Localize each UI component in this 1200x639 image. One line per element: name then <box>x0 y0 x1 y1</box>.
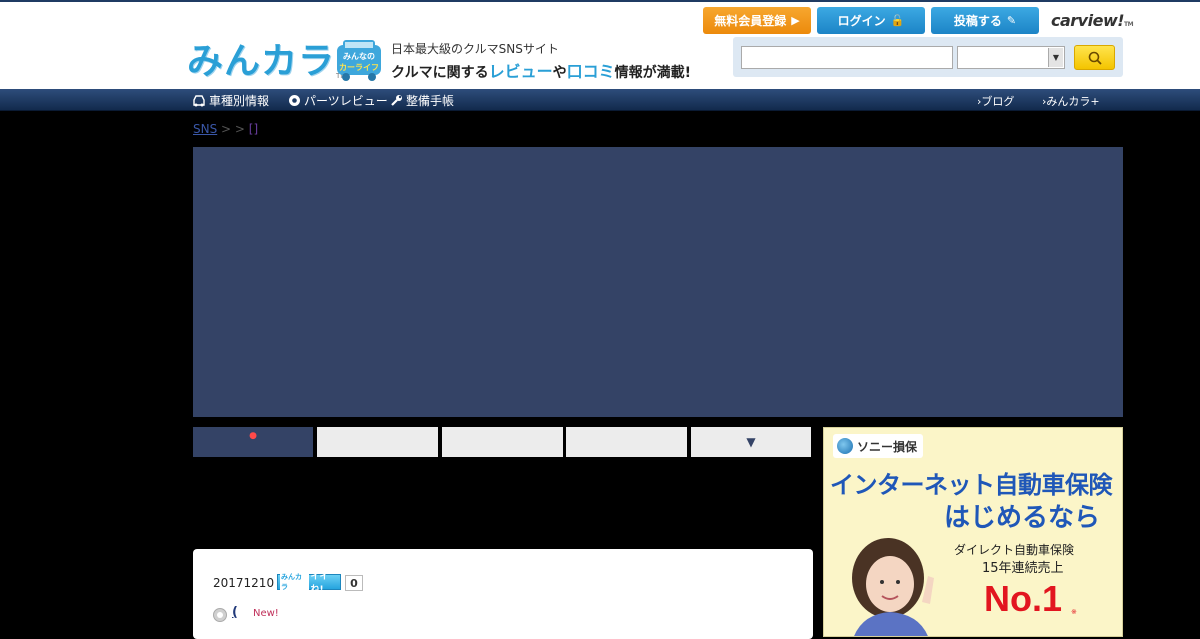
post-label: 投稿する <box>953 14 1002 28</box>
lock-icon: 🔓 <box>890 14 905 27</box>
ad-subtext-2: 15年連続売上 <box>982 561 1064 576</box>
tab-4[interactable] <box>566 427 687 457</box>
nav-parts-review[interactable]: パーツレビュー <box>288 92 388 109</box>
ad-person-image <box>852 538 934 636</box>
nav-label: 整備手帳 <box>406 94 455 108</box>
nav-label: パーツレビュー <box>304 94 388 108</box>
tab-more[interactable]: ▼ <box>691 427 811 457</box>
search-icon <box>1088 51 1102 65</box>
ad-footnote-mark: ※ <box>1071 608 1077 616</box>
tab-3[interactable] <box>442 427 563 457</box>
pen-icon: ✎ <box>1006 14 1017 27</box>
ad-brand: ソニー損保 <box>833 434 924 458</box>
logo-text: みんカラ <box>187 41 336 82</box>
triangle-down-icon: ▼ <box>746 435 756 449</box>
site-header: みんカラ TM みんなの カーライフ 日本最大級のクルマSNSサイト クルマに関… <box>0 2 1200 89</box>
svg-text:カーライフ: カーライフ <box>339 63 379 72</box>
new-badge: New! <box>253 608 279 619</box>
login-button[interactable]: ログイン 🔓 <box>817 7 925 34</box>
login-label: ログイン <box>837 14 886 28</box>
notification-dot: ● <box>249 431 257 441</box>
breadcrumb-separator: > <box>234 122 249 136</box>
profile-banner <box>193 147 1123 417</box>
nav-minkara-plus[interactable]: ›みんカラ+ <box>1042 93 1100 109</box>
site-logo[interactable]: みんカラ TM <box>187 40 346 82</box>
advertisement[interactable]: ソニー損保 インターネット自動車保険 はじめるなら ダイレクト自動車保険 15年… <box>823 427 1123 637</box>
entry-date: 20171210 <box>213 576 275 590</box>
iine-button[interactable]: みんカラ イイね! <box>277 572 341 595</box>
breadcrumb-current[interactable]: [] <box>249 122 258 136</box>
svg-text:みんなの: みんなの <box>343 52 375 61</box>
gear-icon <box>289 95 300 106</box>
entry-title[interactable]: ( <box>232 605 238 620</box>
carlife-badge-icon: みんなの カーライフ <box>337 40 381 81</box>
tab-2[interactable] <box>317 427 438 457</box>
tagline-kuchikomi: 口コミ <box>566 62 615 81</box>
tagline-top: 日本最大級のクルマSNSサイト <box>391 42 559 56</box>
register-label: 無料会員登録 <box>714 14 787 28</box>
iine-count: 0 <box>345 575 363 591</box>
search-input[interactable] <box>741 46 953 69</box>
breadcrumb-root[interactable]: SNS <box>193 122 217 136</box>
post-button[interactable]: 投稿する ✎ <box>931 7 1039 34</box>
iine-label: イイね! <box>310 572 329 595</box>
carview-label: carview! <box>1051 11 1125 30</box>
search-button[interactable] <box>1074 45 1115 70</box>
play-icon: ▶ <box>791 14 800 27</box>
search-box: ▼ <box>733 37 1123 77</box>
ad-subheadline: はじめるなら <box>944 503 1101 533</box>
main-nav: 車種別情報 パーツレビュー 整備手帳 ›ブログ ›みんカラ+ <box>0 89 1200 111</box>
radio-icon <box>213 608 227 622</box>
wrench-icon <box>391 95 402 106</box>
ad-headline: インターネット自動車保険 <box>830 471 1113 499</box>
tagline-main: クルマに関するレビューや口コミ情報が満載! <box>391 58 691 82</box>
tagline-review: レビュー <box>488 62 553 81</box>
nav-blog[interactable]: ›ブログ <box>977 93 1014 109</box>
tagline-part: や <box>552 65 567 81</box>
ad-brand-label: ソニー損保 <box>857 439 918 454</box>
minkara-mark-icon: みんカラ <box>280 572 309 592</box>
breadcrumb: SNS > > [] <box>193 122 258 136</box>
tagline-part: 情報が満載! <box>614 65 692 81</box>
ad-no1-text: No.1 <box>984 578 1063 619</box>
nav-car-info[interactable]: 車種別情報 <box>192 92 269 109</box>
sony-logo-icon <box>837 438 853 454</box>
chevron-down-icon[interactable]: ▼ <box>1048 48 1063 67</box>
blog-entry-card: 20171210 みんカラ イイね! 0 ( New! <box>193 549 813 639</box>
ad-subtext-1: ダイレクト自動車保険 <box>954 543 1075 557</box>
car-icon <box>193 94 205 106</box>
nav-label: 車種別情報 <box>209 94 270 108</box>
search-category-select[interactable]: ▼ <box>957 46 1065 69</box>
carview-logo[interactable]: carview!TM <box>1051 11 1134 30</box>
tagline-part: クルマに関する <box>391 65 489 81</box>
register-button[interactable]: 無料会員登録 ▶ <box>703 7 811 34</box>
nav-right-label: ブログ <box>981 95 1015 108</box>
nav-maintenance[interactable]: 整備手帳 <box>390 92 454 109</box>
tab-blog[interactable]: ● <box>193 427 313 457</box>
breadcrumb-separator: > <box>217 122 235 136</box>
nav-right-label: みんカラ+ <box>1046 95 1100 108</box>
carview-trademark: TM <box>1124 21 1134 28</box>
